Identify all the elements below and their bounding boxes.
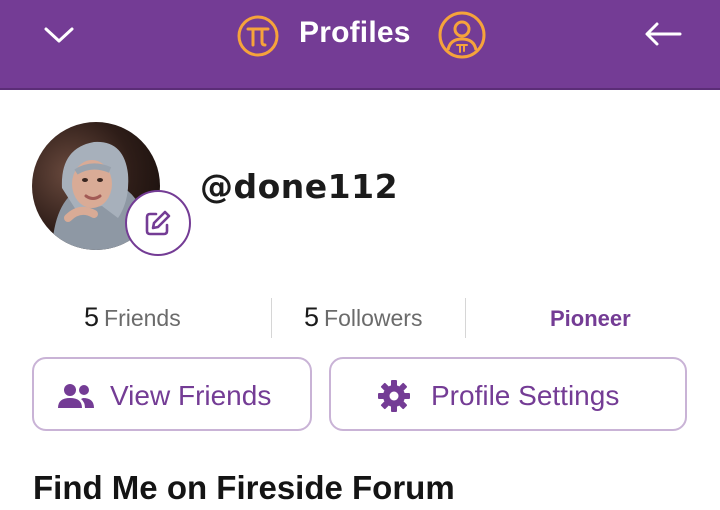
view-friends-button[interactable]: View Friends [32,357,312,431]
stat-divider [465,298,466,338]
edit-avatar-button[interactable] [125,190,191,256]
profile-settings-button[interactable]: Profile Settings [329,357,687,431]
profile-stats: 5 Friends 5 Followers Pioneer [0,298,720,340]
followers-label: Followers [324,305,423,331]
followers-count: 5 [304,302,320,332]
username: @done112 [200,167,399,206]
friends-count: 5 [84,302,100,332]
top-app-bar: Profiles [0,0,720,90]
section-heading: Find Me on Fireside Forum [33,469,455,506]
edit-pencil-icon [145,210,171,236]
friends-label: Friends [104,305,181,331]
arrow-left-icon[interactable] [642,20,684,48]
gear-icon [378,380,410,412]
role-badge: Pioneer [550,306,631,331]
chevron-down-icon[interactable] [42,20,76,48]
view-friends-label: View Friends [110,380,272,411]
people-icon [58,384,94,408]
friends-stat[interactable]: 5 Friends [84,302,181,333]
pi-user-icon[interactable] [437,10,487,60]
stat-divider [271,298,272,338]
page-title: Profiles [299,16,411,49]
profile-settings-label: Profile Settings [431,380,620,411]
pi-logo-icon [237,15,279,57]
followers-stat[interactable]: 5 Followers [304,302,422,333]
